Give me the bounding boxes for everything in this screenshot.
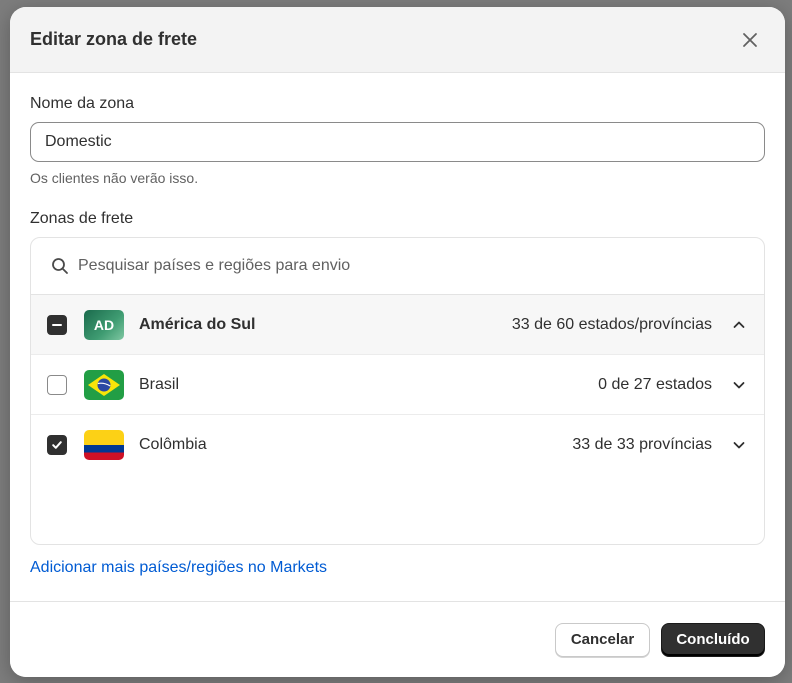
search-placeholder: Pesquisar países e regiões para envio [78, 257, 351, 274]
country-count: 33 de 33 províncias [572, 436, 712, 453]
country-checkbox-brasil[interactable] [47, 374, 67, 395]
region-badge-text: AD [93, 316, 115, 333]
close-button[interactable] [735, 25, 765, 55]
zone-name-label: Nome da zona [30, 95, 135, 112]
close-icon [743, 32, 757, 47]
region-badge: AD [84, 309, 124, 340]
shipping-zones-label: Zonas de frete [30, 210, 134, 227]
country-row-brasil: Brasil 0 de 27 estados [31, 355, 764, 415]
region-name: América do Sul [139, 315, 256, 333]
country-checkbox-colombia[interactable] [47, 435, 67, 455]
edit-shipping-zone-modal: Editar zona de frete Nome da zona Os cli… [10, 7, 785, 677]
modal-header: Editar zona de frete [10, 7, 785, 73]
chevron-down-icon[interactable] [730, 376, 748, 394]
country-search-field[interactable]: Pesquisar países e regiões para envio [31, 238, 764, 295]
chevron-up-icon[interactable] [730, 316, 748, 334]
country-count: 0 de 27 estados [598, 375, 712, 393]
checkmark-icon [52, 441, 62, 449]
done-button[interactable]: Concluído [661, 622, 765, 657]
shipping-zones-list: Pesquisar países e regiões para envio AD… [30, 237, 765, 545]
brazil-flag-icon [84, 369, 124, 400]
colombia-flag-icon [84, 430, 124, 460]
minus-icon [52, 323, 62, 326]
country-name: Colômbia [139, 436, 207, 453]
modal-title: Editar zona de frete [30, 29, 198, 49]
zone-name-input[interactable] [30, 122, 765, 162]
chevron-down-icon[interactable] [730, 436, 748, 454]
region-checkbox-indeterminate[interactable] [47, 314, 67, 335]
region-row-south-america: AD América do Sul 33 de 60 estados/proví… [31, 295, 764, 355]
search-icon [51, 257, 69, 275]
country-row-colombia: Colômbia 33 de 33 províncias [31, 415, 764, 475]
add-markets-link[interactable]: Adicionar mais países/regiões no Markets [30, 559, 327, 577]
modal-body: Nome da zona Os clientes não verão isso.… [10, 73, 785, 577]
zone-name-help-text: Os clientes não verão isso. [30, 170, 199, 186]
modal-footer: Cancelar Concluído [10, 601, 785, 677]
cancel-button[interactable]: Cancelar [555, 622, 650, 657]
region-count: 33 de 60 estados/províncias [511, 315, 712, 333]
country-name: Brasil [139, 375, 180, 393]
